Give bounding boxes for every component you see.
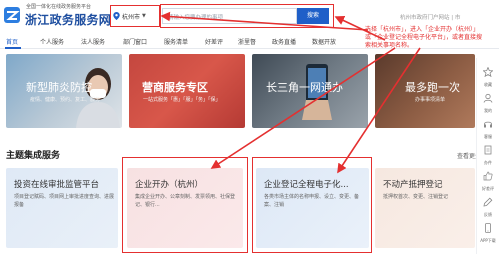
thumbs-up-icon <box>483 171 493 181</box>
section-title: 主题集成服务 <box>6 151 61 161</box>
star-icon <box>482 66 494 78</box>
nav-review[interactable]: 好差评 <box>205 37 223 46</box>
card-desc: 项目登记赋码、项目网上审批进度查询、进展报备 <box>14 194 115 208</box>
edit-icon <box>483 197 493 207</box>
banner-title: 最多跑一次 <box>405 81 460 94</box>
nav-active-indicator <box>5 47 21 49</box>
banner-business[interactable]: 营商服务专区 一站式服务「惠」「服」「务」「保」 <box>129 54 245 128</box>
banner-title: 长三角一网通办 <box>266 81 343 94</box>
rail-feedback[interactable]: 反馈 <box>479 192 497 218</box>
registration-card-highlight-box <box>252 157 372 253</box>
rail-mine[interactable]: 我的 <box>479 88 497 114</box>
banner-subtitle: 一站式服务「惠」「服」「务」「保」 <box>143 97 221 103</box>
banner-subtitle: 办事事项清单 <box>415 97 446 103</box>
banner-one-visit[interactable]: 最多跑一次 办事事项清单 <box>375 54 475 128</box>
card-investment[interactable]: 投资在线审批监管平台 项目登记赋码、项目网上审批进度查询、进展报备 <box>6 168 118 248</box>
nav-department[interactable]: 部门窗口 <box>123 37 147 46</box>
card-mortgage[interactable]: 不动产抵押登记 抵押权首次、变更、注销登记 <box>375 168 475 248</box>
instruction-annotation: 选择「杭州市」，进入「企业开办（杭州）」或「企业登记全程电子化平台」，或者直接搜… <box>365 26 483 49</box>
banner-title: 营商服务专区 <box>142 81 208 94</box>
zhejiang-logo-icon[interactable] <box>3 6 21 24</box>
rail-label: APP下载 <box>480 238 496 243</box>
nav-service-list[interactable]: 服务清单 <box>164 37 188 46</box>
banner-subtitle: 疫情、健康、预约、复工、服务 <box>30 97 101 103</box>
portal-link[interactable]: 杭州市政府门户网站 | 市 <box>400 13 460 21</box>
nav-home[interactable]: 首页 <box>6 37 18 46</box>
card-title: 不动产抵押登记 <box>383 180 443 190</box>
rail-support[interactable]: 客服 <box>479 114 497 140</box>
logo-subtitle: 全国一体化在线政务服务平台 <box>26 4 92 10</box>
banner-title: 新型肺炎防控 <box>26 81 92 94</box>
rail-cases[interactable]: 办件 <box>479 140 497 166</box>
site-title[interactable]: 浙江政务服务网 <box>25 11 111 28</box>
banner-epidemic[interactable]: 新型肺炎防控 疫情、健康、预约、复工、服务 <box>6 54 122 128</box>
headset-icon <box>484 121 492 128</box>
nav-live[interactable]: 政务直播 <box>272 37 296 46</box>
user-icon <box>483 93 493 103</box>
person-masked-image <box>76 68 120 128</box>
nav-corporate[interactable]: 法人服务 <box>81 37 105 46</box>
city-highlight-box <box>110 5 160 27</box>
banner-yangtze[interactable]: 长三角一网通办 <box>252 54 368 128</box>
search-highlight-box <box>160 4 334 28</box>
nav-supervise[interactable]: 浙里督 <box>238 37 256 46</box>
card-desc: 抵押权首次、变更、注销登记 <box>383 194 449 200</box>
rail-favorite[interactable]: 收藏 <box>479 62 497 88</box>
rail-rating[interactable]: 好差评 <box>479 166 497 192</box>
phone-icon <box>485 223 491 233</box>
nav-open-data[interactable]: 数据开放 <box>312 37 336 46</box>
card-title: 投资在线审批监管平台 <box>14 180 100 190</box>
company-card-highlight-box <box>122 157 248 253</box>
nav-personal[interactable]: 个人服务 <box>40 37 64 46</box>
document-icon <box>484 145 492 155</box>
rail-app-download[interactable]: APP下载 <box>479 218 497 244</box>
right-toolbar: 收藏 我的 客服 办件 好差评 反馈 APP下载 <box>476 58 496 254</box>
